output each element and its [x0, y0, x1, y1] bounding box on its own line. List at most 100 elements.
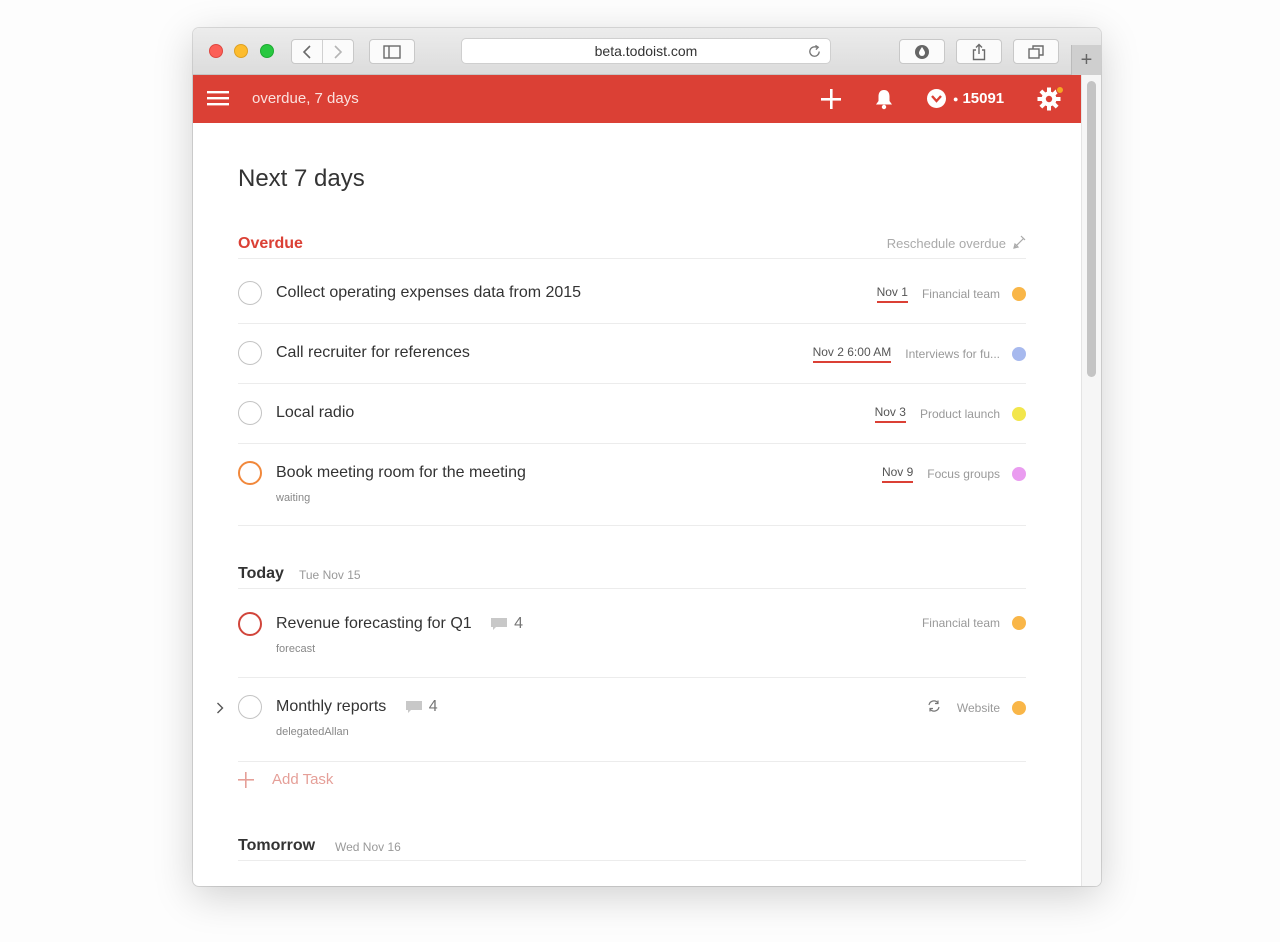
- task-row[interactable]: Monthly reports 4 delegatedAllan Website: [217, 678, 1026, 762]
- reschedule-icon[interactable]: [1012, 234, 1026, 255]
- task-row[interactable]: Revenue forecasting for Q1 4 forecast Fi…: [238, 595, 1026, 678]
- screen: beta.todoist.com + overdue, 7 days ● 150…: [0, 0, 1280, 942]
- project-color-dot: [1012, 407, 1026, 421]
- plus-icon: +: [1080, 48, 1093, 71]
- history-navigation: [291, 39, 354, 64]
- task-row[interactable]: Call recruiter for references Nov 2 6:00…: [238, 324, 1026, 384]
- task-label[interactable]: forecast: [276, 643, 315, 655]
- task-content[interactable]: Collect operating expenses data from 201…: [276, 284, 581, 302]
- task-due-date[interactable]: Nov 2 6:00 AM: [812, 345, 892, 363]
- drop-icon: [915, 44, 929, 59]
- task-content-line: Revenue forecasting for Q1 4: [276, 615, 523, 633]
- extension-button[interactable]: [899, 39, 945, 64]
- task-checkbox[interactable]: [238, 281, 262, 305]
- tomorrow-title: Tomorrow: [238, 837, 316, 854]
- sidebar-toggle-button[interactable]: [369, 39, 415, 64]
- project-color-dot: [1012, 467, 1026, 481]
- task-meta: Financial team: [922, 616, 1026, 630]
- today-title: Today: [238, 565, 284, 582]
- bell-icon: [876, 90, 892, 110]
- task-label[interactable]: delegatedAllan: [276, 726, 349, 738]
- tomorrow-section-header: Tomorrow Wed Nov 16: [238, 831, 1026, 861]
- page-scrollbar[interactable]: [1081, 75, 1101, 886]
- task-content[interactable]: Local radio: [276, 404, 354, 422]
- reload-icon[interactable]: [807, 44, 822, 62]
- project-color-dot: [1012, 616, 1026, 630]
- minimize-window-button[interactable]: [234, 44, 248, 58]
- main-content: Next 7 days Overdue Reschedule overdue C…: [193, 123, 1081, 886]
- url-text: beta.todoist.com: [594, 43, 698, 59]
- comment-icon: [491, 618, 508, 630]
- browser-toolbar: beta.todoist.com +: [193, 28, 1101, 75]
- new-tab-button[interactable]: +: [1071, 45, 1101, 75]
- browser-window: beta.todoist.com + overdue, 7 days ● 150…: [193, 28, 1101, 886]
- task-meta: Nov 1 Financial team: [876, 285, 1026, 303]
- task-meta: Nov 2 6:00 AM Interviews for fu...: [812, 345, 1026, 363]
- task-row[interactable]: Local radio Nov 3 Product launch: [238, 384, 1026, 444]
- tomorrow-date: Wed Nov 16: [335, 840, 401, 854]
- expand-subtasks-icon[interactable]: [216, 701, 224, 719]
- quick-add-button[interactable]: [820, 88, 842, 115]
- task-project[interactable]: Website: [957, 701, 1000, 715]
- task-meta: Website: [927, 699, 1026, 716]
- tabs-icon: [1028, 44, 1044, 59]
- app-header: overdue, 7 days ● 15091: [193, 75, 1081, 123]
- today-section-header: Today Tue Nov 15: [238, 559, 1026, 589]
- task-project[interactable]: Financial team: [922, 287, 1000, 301]
- task-label[interactable]: waiting: [276, 492, 310, 504]
- task-checkbox-priority-1[interactable]: [238, 612, 262, 636]
- task-due-date[interactable]: Nov 1: [876, 285, 908, 303]
- add-task-button[interactable]: Add Task: [238, 771, 333, 788]
- task-project[interactable]: Financial team: [922, 616, 1000, 630]
- add-task-label: Add Task: [272, 771, 334, 788]
- task-project[interactable]: Product launch: [920, 407, 1000, 421]
- reschedule-overdue-link[interactable]: Reschedule overdue: [887, 236, 1006, 251]
- recurring-icon: [927, 699, 941, 716]
- back-button[interactable]: [292, 40, 322, 63]
- task-content[interactable]: Monthly reports: [276, 698, 386, 715]
- task-project[interactable]: Focus groups: [927, 467, 1000, 481]
- notifications-button[interactable]: [874, 88, 894, 115]
- share-icon: [972, 43, 986, 60]
- settings-button[interactable]: [1037, 86, 1064, 116]
- task-content[interactable]: Book meeting room for the meeting: [276, 464, 526, 482]
- chevron-left-icon: [302, 44, 311, 59]
- task-comments[interactable]: 4: [490, 615, 523, 633]
- task-content-line: Monthly reports 4: [276, 698, 438, 716]
- task-row[interactable]: Book meeting room for the meeting waitin…: [238, 444, 1026, 526]
- task-content[interactable]: Call recruiter for references: [276, 344, 470, 362]
- hamburger-icon: [207, 91, 229, 106]
- task-project[interactable]: Interviews for fu...: [905, 347, 1000, 361]
- task-content[interactable]: Revenue forecasting for Q1: [276, 615, 472, 632]
- page-title: Next 7 days: [238, 165, 365, 192]
- settings-notification-badge: [1056, 86, 1064, 94]
- forward-button[interactable]: [322, 40, 353, 63]
- project-color-dot: [1012, 700, 1026, 715]
- karma-button[interactable]: ● 15091: [926, 88, 1004, 109]
- task-checkbox-priority-2[interactable]: [238, 461, 262, 485]
- tabs-overview-button[interactable]: [1013, 39, 1059, 64]
- task-due-date[interactable]: Nov 9: [881, 465, 914, 483]
- task-due-date[interactable]: Nov 3: [874, 405, 906, 423]
- task-checkbox[interactable]: [238, 695, 262, 719]
- close-window-button[interactable]: [209, 44, 223, 58]
- search-input[interactable]: overdue, 7 days: [252, 90, 359, 107]
- comment-icon: [405, 701, 422, 713]
- sidebar-icon: [383, 44, 401, 59]
- zoom-window-button[interactable]: [260, 44, 274, 58]
- today-date: Tue Nov 15: [299, 568, 361, 582]
- task-row[interactable]: Collect operating expenses data from 201…: [238, 264, 1026, 324]
- karma-icon: [927, 89, 946, 108]
- scrollbar-thumb[interactable]: [1087, 81, 1096, 377]
- share-button[interactable]: [956, 39, 1002, 64]
- karma-dot-icon: ●: [953, 93, 959, 104]
- project-color-dot: [1012, 287, 1026, 301]
- project-color-dot: [1012, 347, 1026, 361]
- menu-button[interactable]: [207, 89, 229, 112]
- overdue-section-header: Overdue Reschedule overdue: [238, 229, 1026, 259]
- comment-count: 4: [428, 698, 438, 715]
- address-bar[interactable]: beta.todoist.com: [461, 38, 831, 64]
- task-checkbox[interactable]: [238, 401, 262, 425]
- task-comments[interactable]: 4: [405, 698, 438, 716]
- task-checkbox[interactable]: [238, 341, 262, 365]
